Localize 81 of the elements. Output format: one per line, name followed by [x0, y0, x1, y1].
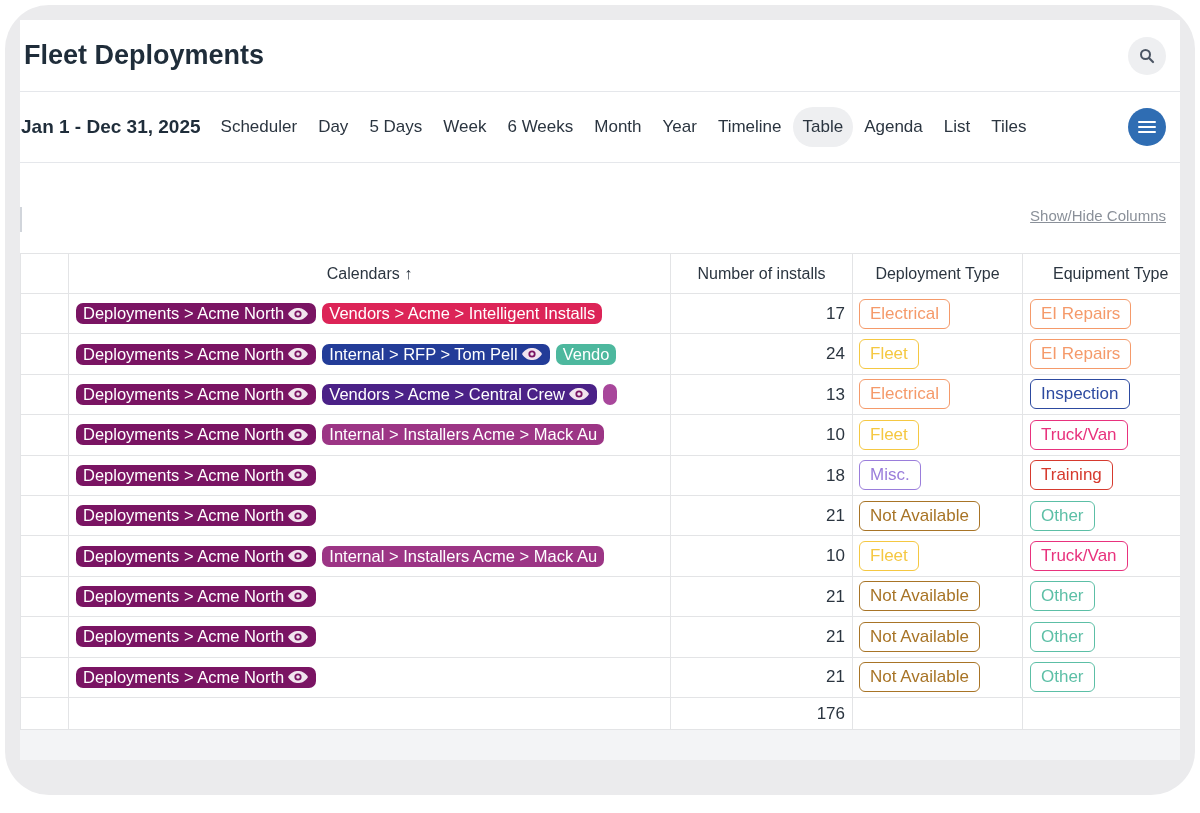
view-tab[interactable]: Timeline	[707, 107, 792, 147]
column-header[interactable]: Deployment Type	[852, 253, 1023, 294]
eye-icon[interactable]	[287, 629, 310, 644]
eye-icon[interactable]	[287, 306, 310, 321]
installs-cell: 10	[670, 414, 853, 456]
type-tag: Fleet	[859, 419, 919, 450]
view-tab[interactable]: Tiles	[981, 107, 1037, 147]
installs-cell: 21	[670, 657, 853, 698]
search-button[interactable]	[1128, 36, 1166, 75]
eye-icon[interactable]	[520, 347, 543, 362]
eye-icon[interactable]	[287, 347, 310, 362]
menu-icon	[1138, 120, 1156, 134]
menu-button[interactable]	[1128, 108, 1166, 146]
calendar-chip[interactable]: Internal > Installers Acme > Mack Au	[322, 424, 605, 446]
type-tag: Not Available	[859, 581, 980, 612]
installs-cell: 17	[670, 293, 853, 334]
type-tag: Not Available	[859, 500, 980, 531]
type-tag: Fleet	[859, 541, 919, 572]
type-tag: EI Repairs	[1030, 298, 1132, 329]
calendar-chip[interactable]: Internal > Installers Acme > Mack Au	[322, 545, 605, 567]
type-tag: Training	[1030, 460, 1113, 491]
installs-cell: 24	[670, 333, 853, 375]
eye-icon[interactable]	[287, 387, 310, 402]
eye-icon[interactable]	[287, 549, 310, 564]
column-header[interactable]: Number of installs	[670, 253, 853, 294]
calendar-chip[interactable]: Deployments > Acme North	[76, 303, 317, 325]
view-tab[interactable]: 5 Days	[359, 107, 433, 147]
view-tab[interactable]: Month	[584, 107, 652, 147]
view-tab[interactable]: Week	[433, 107, 497, 147]
type-tag: Not Available	[859, 621, 980, 652]
view-tab[interactable]: 6 Weeks	[497, 107, 584, 147]
column-header[interactable]: Equipment Type	[1022, 253, 1180, 294]
eye-icon[interactable]	[568, 387, 590, 402]
calendar-chip[interactable]: Deployments > Acme North	[76, 424, 317, 446]
calendar-chip[interactable]: Deployments > Acme North	[76, 626, 317, 648]
type-tag: Inspection	[1030, 379, 1130, 410]
type-tag: Other	[1030, 621, 1095, 652]
type-tag: EI Repairs	[1030, 339, 1132, 370]
view-tab[interactable]: Agenda	[854, 107, 933, 147]
installs-cell: 18	[670, 455, 853, 496]
view-tab[interactable]: Table	[792, 107, 854, 147]
calendar-chip[interactable]: Deployments > Acme North	[76, 666, 317, 688]
view-tab[interactable]: List	[933, 107, 981, 147]
installs-cell: 21	[670, 616, 853, 657]
view-tab[interactable]: Day	[308, 107, 359, 147]
eye-icon[interactable]	[287, 468, 310, 483]
eye-icon[interactable]	[287, 589, 310, 604]
type-tag: Fleet	[859, 339, 919, 370]
total-installs: 176	[670, 697, 853, 730]
installs-cell: 13	[670, 374, 853, 415]
eye-icon[interactable]	[287, 427, 310, 442]
date-range: Jan 1 - Dec 31, 2025	[21, 114, 201, 139]
page-title: Fleet Deployments	[24, 39, 265, 73]
type-tag: Not Available	[859, 662, 980, 693]
column-header[interactable]: Calendars ↑	[68, 253, 671, 294]
calendar-chip[interactable]: Internal > RFP > Tom Pell	[322, 343, 550, 365]
calendar-chip[interactable]: Deployments > Acme North	[76, 383, 317, 405]
calendar-chip[interactable]: Deployments > Acme North	[76, 585, 317, 607]
calendar-chip[interactable]	[603, 383, 617, 405]
calendar-chip[interactable]: Vendors > Acme > Central Crew	[322, 383, 597, 405]
installs-cell: 10	[670, 535, 853, 577]
calendar-chip[interactable]: Deployments > Acme North	[76, 545, 317, 567]
type-tag: Other	[1030, 500, 1095, 531]
calendar-chip[interactable]: Deployments > Acme North	[76, 464, 317, 486]
eye-icon[interactable]	[287, 670, 310, 685]
view-tab[interactable]: Year	[652, 107, 707, 147]
type-tag: Truck/Van	[1030, 419, 1128, 450]
type-tag: Truck/Van	[1030, 541, 1128, 572]
calendar-chip[interactable]: Vendors > Acme > Intelligent Installs	[322, 303, 603, 325]
eye-icon[interactable]	[287, 508, 310, 523]
type-tag: Electrical	[859, 379, 950, 410]
type-tag: Other	[1030, 662, 1095, 693]
installs-cell: 21	[670, 495, 853, 536]
type-tag: Electrical	[859, 298, 950, 329]
type-tag: Misc.	[859, 460, 921, 491]
calendar-chip[interactable]: Deployments > Acme North	[76, 505, 317, 527]
installs-cell: 21	[670, 576, 853, 617]
calendar-chip[interactable]: Deployments > Acme North	[76, 343, 317, 365]
search-icon	[1139, 47, 1155, 64]
type-tag: Other	[1030, 581, 1095, 612]
view-tab[interactable]: Scheduler	[210, 107, 308, 147]
